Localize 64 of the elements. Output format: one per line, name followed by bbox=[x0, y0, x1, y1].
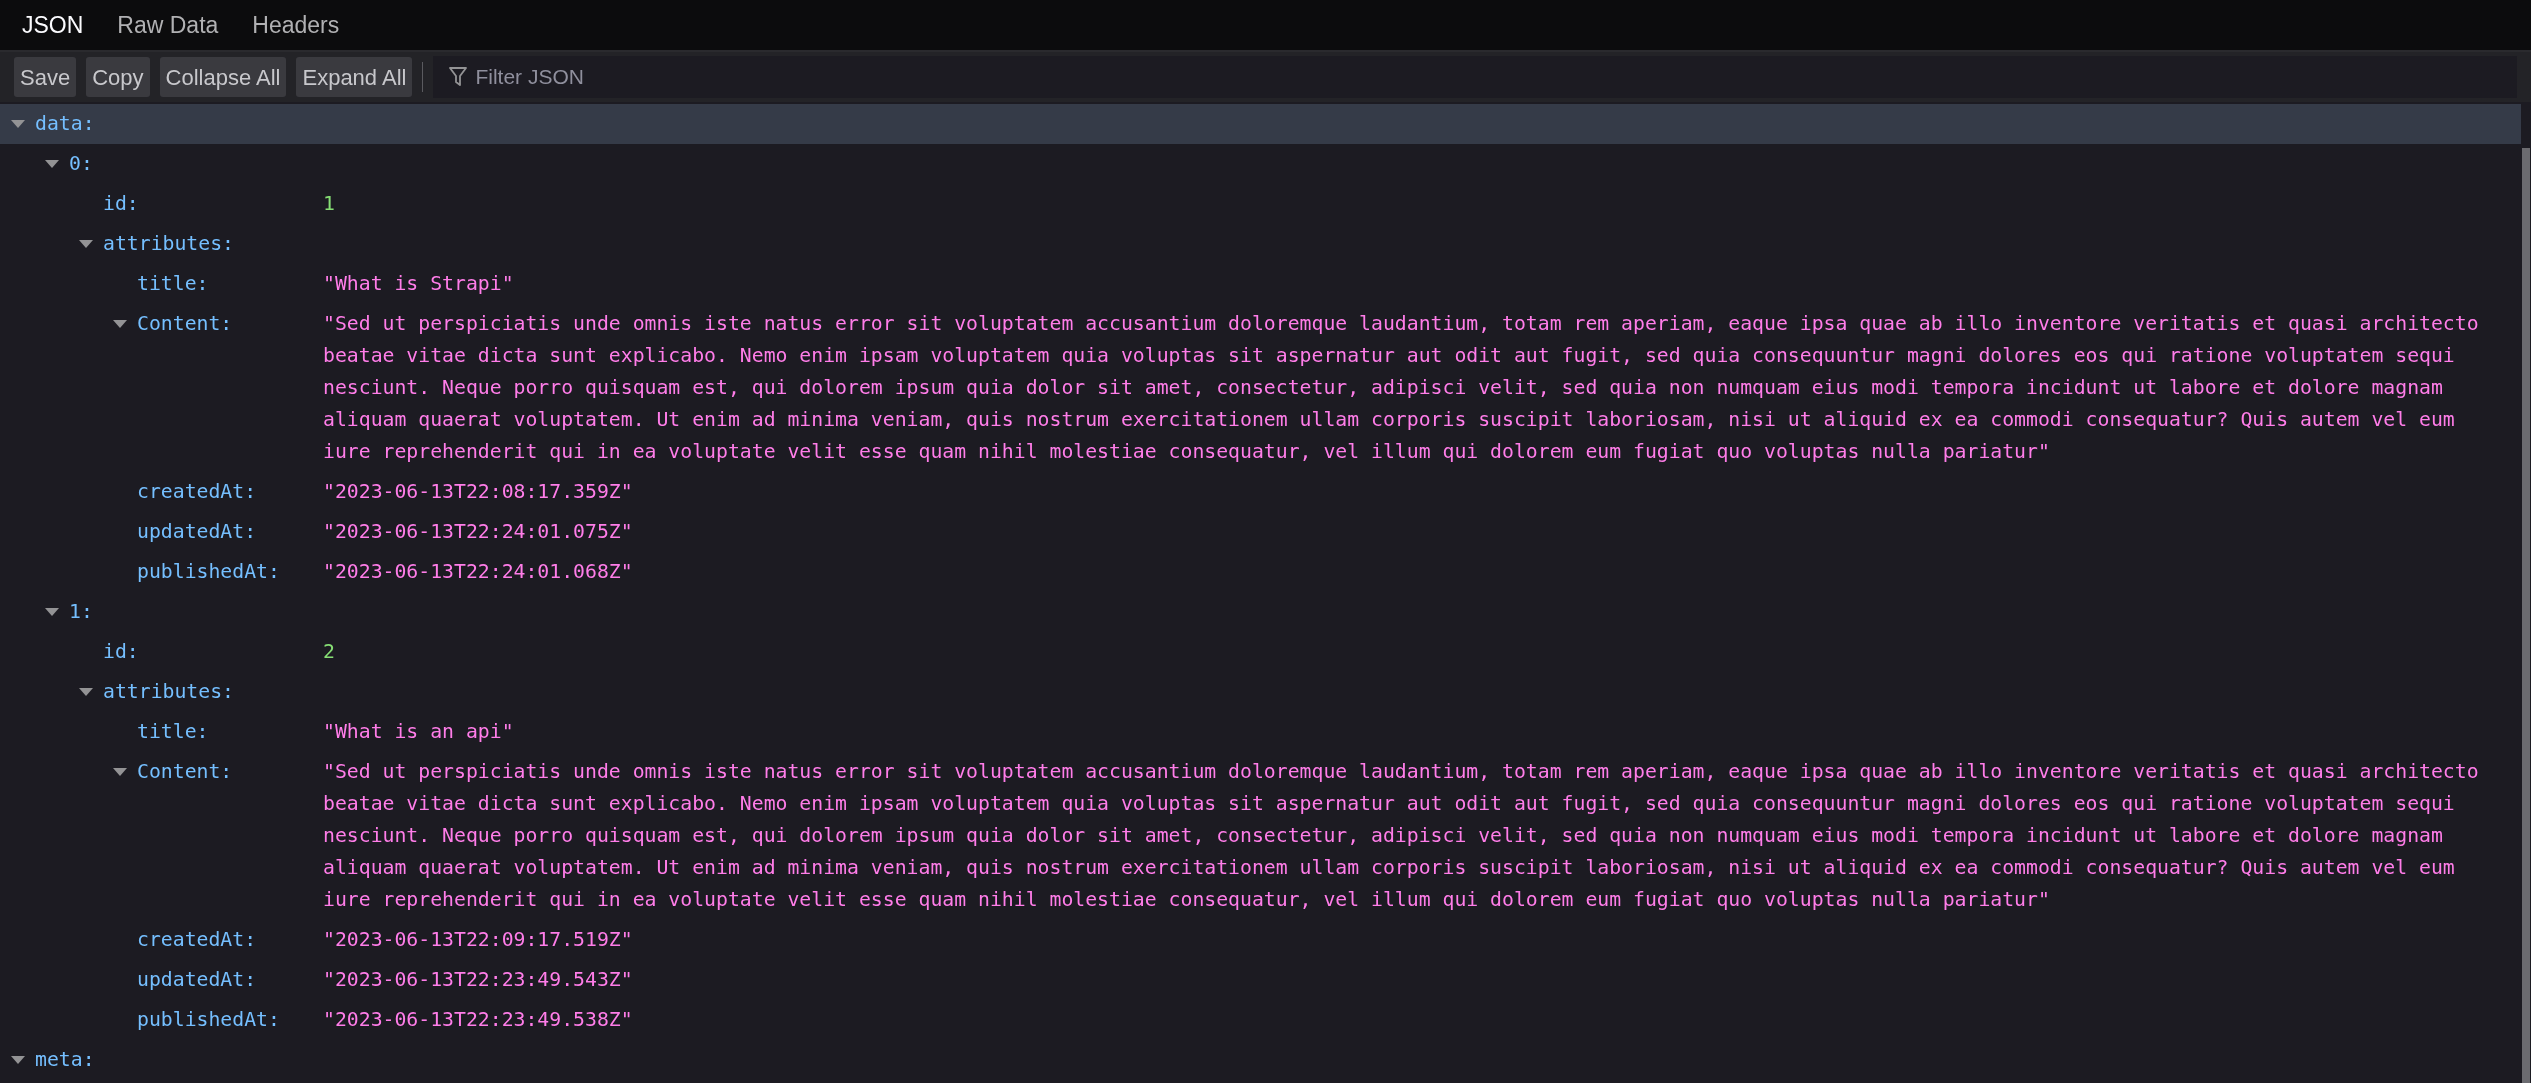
tree-row[interactable]: meta: bbox=[0, 1040, 2521, 1080]
disclosure-arrow-icon[interactable] bbox=[11, 119, 25, 129]
toolbar-button[interactable]: Save bbox=[14, 57, 77, 97]
tab[interactable]: Raw Data bbox=[101, 0, 235, 50]
property-key: updatedAt: bbox=[137, 517, 257, 547]
tree-row[interactable]: 0: bbox=[0, 144, 2521, 184]
property-key: createdAt: bbox=[137, 925, 257, 955]
property-key: publishedAt: bbox=[137, 557, 280, 587]
disclosure-arrow-icon[interactable] bbox=[45, 607, 59, 617]
tree-row[interactable]: publishedAt: "2023-06-13T22:23:49.538Z" bbox=[0, 1000, 2521, 1040]
tree-row[interactable]: attributes: bbox=[0, 224, 2521, 264]
property-key: title: bbox=[137, 269, 209, 299]
property-key: Content: bbox=[137, 309, 233, 339]
property-key: Content: bbox=[137, 757, 233, 787]
toolbar-button[interactable]: Expand All bbox=[296, 57, 413, 97]
property-value: "2023-06-13T22:23:49.543Z" bbox=[323, 967, 634, 993]
funnel-icon bbox=[449, 67, 468, 87]
tab[interactable]: JSON bbox=[6, 0, 100, 50]
tree-row[interactable]: createdAt: "2023-06-13T22:08:17.359Z" bbox=[0, 472, 2521, 512]
scrollbar-thumb[interactable] bbox=[2522, 148, 2530, 1083]
tree-row[interactable]: updatedAt: "2023-06-13T22:23:49.543Z" bbox=[0, 960, 2521, 1000]
property-value: "Sed ut perspiciatis unde omnis iste natus error sit voluptatem accusantium doloremque laudantium, totam rem aperiam, eaque ipsa quae ab illo inventore veritatis et quasi architecto beatae vitae dicta sunt explicabo. Nemo enim ipsam voluptatem quia voluptas sit aspernatur aut odit aut fugit, sed quia consequuntur magni dolores eos qui ratione voluptatem sequi nesciunt. Neque porro quisquam est, qui dolorem ipsum quia dolor sit amet, consectetur, adipisci velit, sed quia non numquam eius modi tempora incidunt ut labore et dolore magnam aliquam quaerat voluptatem. Ut enim ad minima veniam, quis nostrum exercitationem ullam corporis suscipit laboriosam, nisi ut aliquid ex ea commodi consequatur? Quis autem vel eum iure reprehenderit qui in ea voluptate velit esse quam nihil molestiae consequatur, vel illum qui dolorem eum fugiat quo voluptas nulla pariatur" bbox=[323, 311, 2480, 465]
tree-row[interactable]: attributes: bbox=[0, 672, 2521, 712]
property-value: "2023-06-13T22:24:01.075Z" bbox=[323, 519, 634, 545]
tree-row[interactable]: publishedAt: "2023-06-13T22:24:01.068Z" bbox=[0, 552, 2521, 592]
property-value: "What is an api" bbox=[323, 719, 515, 745]
property-value: "What is Strapi" bbox=[323, 271, 515, 297]
property-value: "Sed ut perspiciatis unde omnis iste natus error sit voluptatem accusantium doloremque laudantium, totam rem aperiam, eaque ipsa quae ab illo inventore veritatis et quasi architecto beatae vitae dicta sunt explicabo. Nemo enim ipsam voluptatem quia voluptas sit aspernatur aut odit aut fugit, sed quia consequuntur magni dolores eos qui ratione voluptatem sequi nesciunt. Neque porro quisquam est, qui dolorem ipsum quia dolor sit amet, consectetur, adipisci velit, sed quia non numquam eius modi tempora incidunt ut labore et dolore magnam aliquam quaerat voluptatem. Ut enim ad minima veniam, quis nostrum exercitationem ullam corporis suscipit laboriosam, nisi ut aliquid ex ea commodi consequatur? Quis autem vel eum iure reprehenderit qui in ea voluptate velit esse quam nihil molestiae consequatur, vel illum qui dolorem eum fugiat quo voluptas nulla pariatur" bbox=[323, 759, 2480, 913]
property-value: "2023-06-13T22:09:17.519Z" bbox=[323, 927, 634, 953]
property-value: "2023-06-13T22:23:49.538Z" bbox=[323, 1007, 634, 1033]
tree-row[interactable]: id: 1 bbox=[0, 184, 2521, 224]
disclosure-arrow-icon[interactable] bbox=[79, 687, 93, 697]
property-key: updatedAt: bbox=[137, 965, 257, 995]
property-key: meta: bbox=[35, 1045, 95, 1075]
disclosure-arrow-icon[interactable] bbox=[113, 767, 127, 777]
disclosure-arrow-icon[interactable] bbox=[45, 159, 59, 169]
property-value: "2023-06-13T22:08:17.359Z" bbox=[323, 479, 634, 505]
property-key: title: bbox=[137, 717, 209, 747]
tree-row[interactable]: title: "What is Strapi" bbox=[0, 264, 2521, 304]
filter-field[interactable]: Filter JSON bbox=[433, 56, 2517, 98]
property-key: 0: bbox=[69, 149, 93, 179]
property-key: publishedAt: bbox=[137, 1005, 280, 1035]
tree-row[interactable]: data: bbox=[0, 104, 2521, 144]
property-key: 1: bbox=[69, 597, 93, 627]
property-key: attributes: bbox=[103, 229, 234, 259]
disclosure-arrow-icon[interactable] bbox=[113, 319, 127, 329]
tree-row[interactable]: createdAt: "2023-06-13T22:09:17.519Z" bbox=[0, 920, 2521, 960]
property-value: 1 bbox=[323, 191, 336, 217]
property-key: attributes: bbox=[103, 677, 234, 707]
tab[interactable]: Headers bbox=[236, 0, 356, 50]
property-value: 2 bbox=[323, 639, 336, 665]
disclosure-arrow-icon[interactable] bbox=[11, 1055, 25, 1065]
property-key: data: bbox=[35, 109, 95, 139]
tree-row[interactable]: 1: bbox=[0, 592, 2521, 632]
property-key: createdAt: bbox=[137, 477, 257, 507]
toolbar-button[interactable]: Copy bbox=[86, 57, 150, 97]
property-key: id: bbox=[103, 637, 139, 667]
property-key: id: bbox=[103, 189, 139, 219]
tree-row[interactable]: id: 2 bbox=[0, 632, 2521, 672]
toolbar-button[interactable]: Collapse All bbox=[159, 57, 287, 97]
property-value: "2023-06-13T22:24:01.068Z" bbox=[323, 559, 634, 585]
tree-row[interactable]: title: "What is an api" bbox=[0, 712, 2521, 752]
disclosure-arrow-icon[interactable] bbox=[79, 239, 93, 249]
tree-row[interactable]: updatedAt: "2023-06-13T22:24:01.075Z" bbox=[0, 512, 2521, 552]
